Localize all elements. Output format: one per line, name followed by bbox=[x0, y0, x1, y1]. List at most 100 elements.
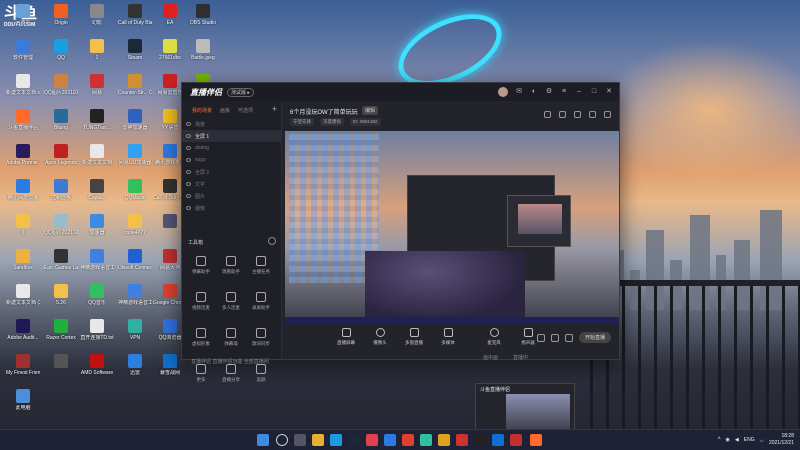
room-edit-tag[interactable]: 编辑 bbox=[362, 106, 379, 115]
app-icon-2[interactable] bbox=[384, 434, 396, 446]
eye-icon[interactable] bbox=[186, 146, 191, 150]
share-icon[interactable] bbox=[604, 111, 611, 118]
desktop-icon[interactable]: 幻影 bbox=[80, 4, 114, 38]
desktop-icon[interactable]: 腾讯网游加速 bbox=[6, 179, 40, 213]
desktop-icon[interactable]: QQ图片2021102... bbox=[44, 74, 78, 108]
desktop-icon[interactable]: AMD Software bbox=[80, 354, 114, 388]
desktop-icon[interactable]: 此电脑 bbox=[6, 389, 40, 423]
desktop-icon[interactable]: 网易UU加速器 bbox=[118, 144, 152, 178]
media-button[interactable]: 多媒体 bbox=[433, 328, 463, 346]
fans-icon[interactable] bbox=[574, 111, 581, 118]
tool-button[interactable]: 视频连麦 bbox=[186, 289, 216, 319]
scene-item[interactable]: 摄像 bbox=[182, 202, 281, 214]
scene-item[interactable]: sogo bbox=[182, 154, 281, 166]
room-name[interactable]: 6个月没玩OW了简单玩玩 bbox=[290, 107, 358, 116]
tool-button[interactable]: 弹幕助手 bbox=[186, 253, 216, 283]
desktop-icon[interactable]: OBS Studio bbox=[186, 4, 220, 38]
wifi-icon[interactable]: ◡ bbox=[760, 437, 764, 443]
skin-icon[interactable]: ◐ bbox=[530, 88, 538, 96]
desktop-icon[interactable]: 网易 bbox=[80, 74, 114, 108]
desktop-icon[interactable]: VPN bbox=[118, 319, 152, 353]
eye-icon[interactable] bbox=[186, 170, 191, 174]
language-indicator[interactable]: ENG bbox=[744, 437, 755, 443]
obs-icon[interactable] bbox=[474, 434, 486, 446]
message-icon[interactable]: ✉ bbox=[515, 88, 523, 96]
scene-item[interactable]: 图片 bbox=[182, 190, 281, 202]
tool-button[interactable]: 主播任务 bbox=[246, 253, 276, 283]
settings-gear-icon[interactable] bbox=[564, 333, 573, 342]
settings-icon[interactable]: ⚙ bbox=[545, 88, 553, 96]
scene-item[interactable]: 全屏 1 bbox=[182, 130, 281, 142]
tab-scenes[interactable]: 我的场景 bbox=[192, 107, 212, 114]
desktop-icon[interactable]: 0 bbox=[6, 214, 40, 248]
desktop-icon[interactable]: 斗鱼直播伴侣 bbox=[6, 109, 40, 143]
menu-icon[interactable]: ≡ bbox=[560, 88, 568, 96]
microphone-button[interactable]: 麦克风 bbox=[479, 328, 509, 346]
douyu-taskbar-icon[interactable] bbox=[530, 434, 542, 446]
add-scene-icon[interactable]: + bbox=[272, 104, 277, 114]
desktop-icon[interactable]: 神精游戏语音工具 bbox=[80, 249, 114, 283]
desktop-icon[interactable]: 直开连接TD.txt bbox=[80, 319, 114, 353]
battlenet-icon[interactable] bbox=[492, 434, 504, 446]
eye-icon[interactable] bbox=[186, 122, 191, 126]
desktop-icon[interactable]: 控制面板 bbox=[44, 179, 78, 213]
desktop-icon[interactable]: Call of Duty Black Op... bbox=[118, 4, 152, 38]
minimize-icon[interactable]: – bbox=[575, 88, 583, 96]
app-icon-5[interactable] bbox=[456, 434, 468, 446]
eye-icon[interactable] bbox=[186, 158, 191, 162]
desktop-icon[interactable]: 雷神加速器 bbox=[118, 109, 152, 143]
maximize-icon[interactable]: □ bbox=[590, 88, 598, 96]
record-icon[interactable] bbox=[536, 333, 545, 342]
chevron-up-icon[interactable]: ^ bbox=[718, 437, 721, 443]
tool-button[interactable]: 多人连麦 bbox=[216, 289, 246, 319]
desktop-icon[interactable]: 新建文本文档 (2).txt bbox=[6, 284, 40, 318]
camera-button[interactable]: 摄像头 bbox=[365, 328, 395, 346]
task-view-icon[interactable] bbox=[294, 434, 306, 446]
network-icon[interactable]: ◉ bbox=[726, 437, 730, 443]
desktop-icon[interactable]: Battle.jpeg bbox=[186, 39, 220, 73]
desktop-icon[interactable]: Adobe Premie... bbox=[6, 144, 40, 178]
desktop-icon[interactable]: QQ图片2021022... bbox=[44, 214, 78, 248]
desktop-icon[interactable]: 软件管理 bbox=[6, 39, 40, 73]
desktop-icon[interactable]: TUNGTian... bbox=[80, 109, 114, 143]
version-badge[interactable]: 测试版 ▸ bbox=[227, 87, 254, 97]
volume-icon[interactable]: ◀ bbox=[735, 437, 739, 443]
desktop-icon[interactable]: Steam bbox=[118, 39, 152, 73]
eye-icon[interactable] bbox=[550, 333, 559, 342]
eye-icon[interactable] bbox=[186, 206, 191, 210]
app-icon-4[interactable] bbox=[438, 434, 450, 446]
desktop-icon[interactable] bbox=[44, 354, 78, 388]
desktop-icon[interactable]: Adobe Audit... bbox=[6, 319, 40, 353]
eye-icon[interactable] bbox=[186, 182, 191, 186]
desktop-icon[interactable]: Razer Cortex bbox=[44, 319, 78, 353]
desktop-icon[interactable]: 新建文本文档 bbox=[80, 144, 114, 178]
desktop-icon[interactable]: 27661dbc bbox=[153, 39, 187, 73]
scene-item[interactable]: 场景 bbox=[182, 118, 281, 130]
desktop-icon[interactable]: 新建文本文档.txt bbox=[6, 74, 40, 108]
scene-item[interactable]: 文字 bbox=[182, 178, 281, 190]
desktop-icon[interactable]: Sandbox bbox=[6, 249, 40, 283]
chat-icon[interactable] bbox=[559, 111, 566, 118]
stream-preview[interactable] bbox=[285, 131, 619, 323]
desktop-icon[interactable]: Apex Legends bbox=[44, 144, 78, 178]
steam-icon[interactable] bbox=[348, 434, 360, 446]
eye-icon[interactable] bbox=[186, 134, 191, 138]
desktop-icon[interactable]: My Finest Frienda bbox=[6, 354, 40, 388]
desktop-icon[interactable]: 迅雷 bbox=[118, 354, 152, 388]
start-icon[interactable] bbox=[257, 434, 269, 446]
desktop-icon[interactable]: Counter-Str... Global Off... bbox=[118, 74, 152, 108]
desktop-icon[interactable]: 5.26 bbox=[44, 284, 78, 318]
app-icon-6[interactable] bbox=[510, 434, 522, 446]
tab-canvas[interactable]: 画板 bbox=[220, 107, 230, 114]
tool-button[interactable]: 录屏助手 bbox=[246, 289, 276, 319]
chrome-icon[interactable] bbox=[402, 434, 414, 446]
desktop-icon[interactable]: Bluing bbox=[44, 109, 78, 143]
search-icon[interactable] bbox=[276, 434, 288, 446]
desktop-icon[interactable]: EA bbox=[153, 4, 187, 38]
room-category[interactable]: 守望先锋 bbox=[290, 118, 314, 126]
close-icon[interactable]: ✕ bbox=[605, 88, 613, 96]
scene-item[interactable]: dodog bbox=[182, 142, 281, 154]
app-icon-3[interactable] bbox=[420, 434, 432, 446]
room-subcategory[interactable]: 深度模拟 bbox=[320, 118, 344, 126]
desktop-icon[interactable]: Epic Games Launcher bbox=[44, 249, 78, 283]
